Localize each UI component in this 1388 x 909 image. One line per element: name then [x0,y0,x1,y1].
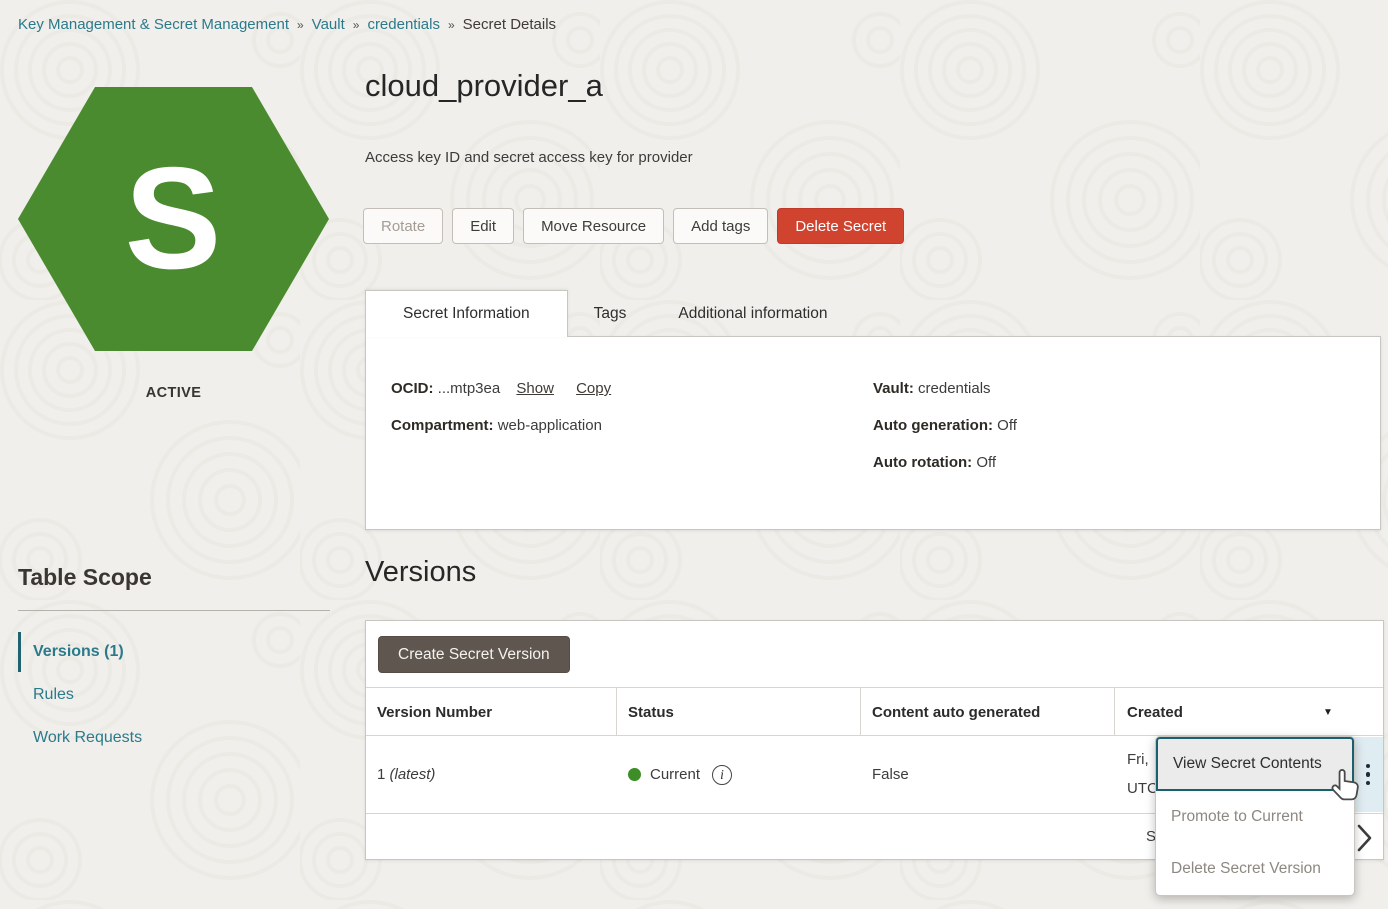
auto-generation-row: Auto generation: Off [873,418,1017,434]
auto-generation-label: Auto generation: [873,417,993,434]
show-ocid-link[interactable]: Show [516,380,554,397]
breadcrumb-current: Secret Details [463,16,556,33]
status-dot-icon [628,768,641,781]
column-header-content-auto-generated[interactable]: Content auto generated [872,688,1040,736]
hand-cursor-icon [1331,768,1363,804]
resource-avatar: S [17,86,330,352]
status-text: Current [650,766,700,783]
created-line-2: UTC [1127,774,1158,803]
kebab-menu-icon[interactable] [1366,764,1371,786]
column-header-version-number[interactable]: Version Number [377,688,492,736]
info-column-left: OCID: ...mtp3ea Show Copy Compartment: w… [391,381,611,455]
auto-rotation-row: Auto rotation: Off [873,455,1017,471]
breadcrumb-separator: » [353,18,360,32]
created-line-1: Fri, [1127,745,1158,774]
cell-content-auto-generated: False [872,736,909,813]
vault-row: Vault: credentials [873,381,1017,397]
menu-item-view-secret-contents[interactable]: View Secret Contents [1156,737,1354,791]
content-auto-generated-value: False [872,766,909,783]
auto-rotation-label: Auto rotation: [873,454,972,471]
compartment-value: web-application [498,417,602,434]
move-resource-button[interactable]: Move Resource [523,208,664,244]
info-icon[interactable]: i [712,765,732,785]
sidebar-divider [18,610,330,611]
versions-heading: Versions [365,556,476,589]
status-badge: ACTIVE [17,385,330,401]
sidebar-item-rules[interactable]: Rules [18,675,330,715]
page-title: cloud_provider_a [365,68,603,104]
chevron-right-icon [1357,824,1372,852]
ocid-label: OCID: [391,380,434,397]
column-separator [1114,688,1115,736]
create-secret-version-button[interactable]: Create Secret Version [378,636,570,673]
edit-button[interactable]: Edit [452,208,514,244]
ocid-row: OCID: ...mtp3ea Show Copy [391,381,611,397]
secret-information-panel: OCID: ...mtp3ea Show Copy Compartment: w… [365,336,1381,530]
copy-ocid-link[interactable]: Copy [576,380,611,397]
tab-secret-information[interactable]: Secret Information [365,290,568,337]
tab-tags[interactable]: Tags [568,290,653,337]
version-latest-tag: (latest) [390,766,436,783]
row-context-menu: View Secret Contents Promote to Current … [1155,736,1355,896]
breadcrumb-separator: » [297,18,304,32]
vault-value: credentials [918,380,991,397]
column-separator [616,688,617,736]
compartment-row: Compartment: web-application [391,418,611,434]
breadcrumb: Key Management & Secret Management » Vau… [18,16,556,33]
cell-status: Current i [628,736,732,813]
secret-initial: S [125,137,222,299]
menu-item-promote-to-current[interactable]: Promote to Current [1156,791,1354,843]
versions-table-header: Version Number Status Content auto gener… [366,687,1383,736]
sidebar-item-versions[interactable]: Versions (1) [18,632,330,672]
cell-created: Fri, UTC [1127,736,1158,813]
version-number: 1 [377,766,385,783]
rotate-button[interactable]: Rotate [363,208,443,244]
cell-version-number: 1 (latest) [377,736,435,813]
page-description: Access key ID and secret access key for … [365,149,693,166]
breadcrumb-link-key-management[interactable]: Key Management & Secret Management [18,16,289,33]
secret-hexagon-icon: S [17,86,330,352]
compartment-label: Compartment: [391,417,494,434]
tab-additional-information[interactable]: Additional information [652,290,853,337]
table-scope-title: Table Scope [18,564,152,591]
info-column-right: Vault: credentials Auto generation: Off … [873,381,1017,492]
action-button-row: Rotate Edit Move Resource Add tags Delet… [363,208,904,244]
column-header-status[interactable]: Status [628,688,674,736]
sidebar-item-work-requests[interactable]: Work Requests [18,718,330,758]
column-separator [860,688,861,736]
table-scope-nav: Versions (1) Rules Work Requests [18,632,330,761]
secret-details-page: { "breadcrumb": { "items": ["Key Managem… [0,0,1388,909]
sort-desc-icon[interactable]: ▼ [1323,707,1333,718]
auto-rotation-value: Off [976,454,996,471]
breadcrumb-link-credentials[interactable]: credentials [367,16,440,33]
add-tags-button[interactable]: Add tags [673,208,768,244]
ocid-value: ...mtp3ea [438,380,501,397]
breadcrumb-link-vault[interactable]: Vault [312,16,345,33]
menu-item-delete-secret-version[interactable]: Delete Secret Version [1156,843,1354,895]
delete-secret-button[interactable]: Delete Secret [777,208,904,244]
vault-label: Vault: [873,380,914,397]
column-header-created[interactable]: Created [1127,688,1183,736]
tab-bar: Secret Information Tags Additional infor… [365,290,853,337]
breadcrumb-separator: » [448,18,455,32]
auto-generation-value: Off [997,417,1017,434]
